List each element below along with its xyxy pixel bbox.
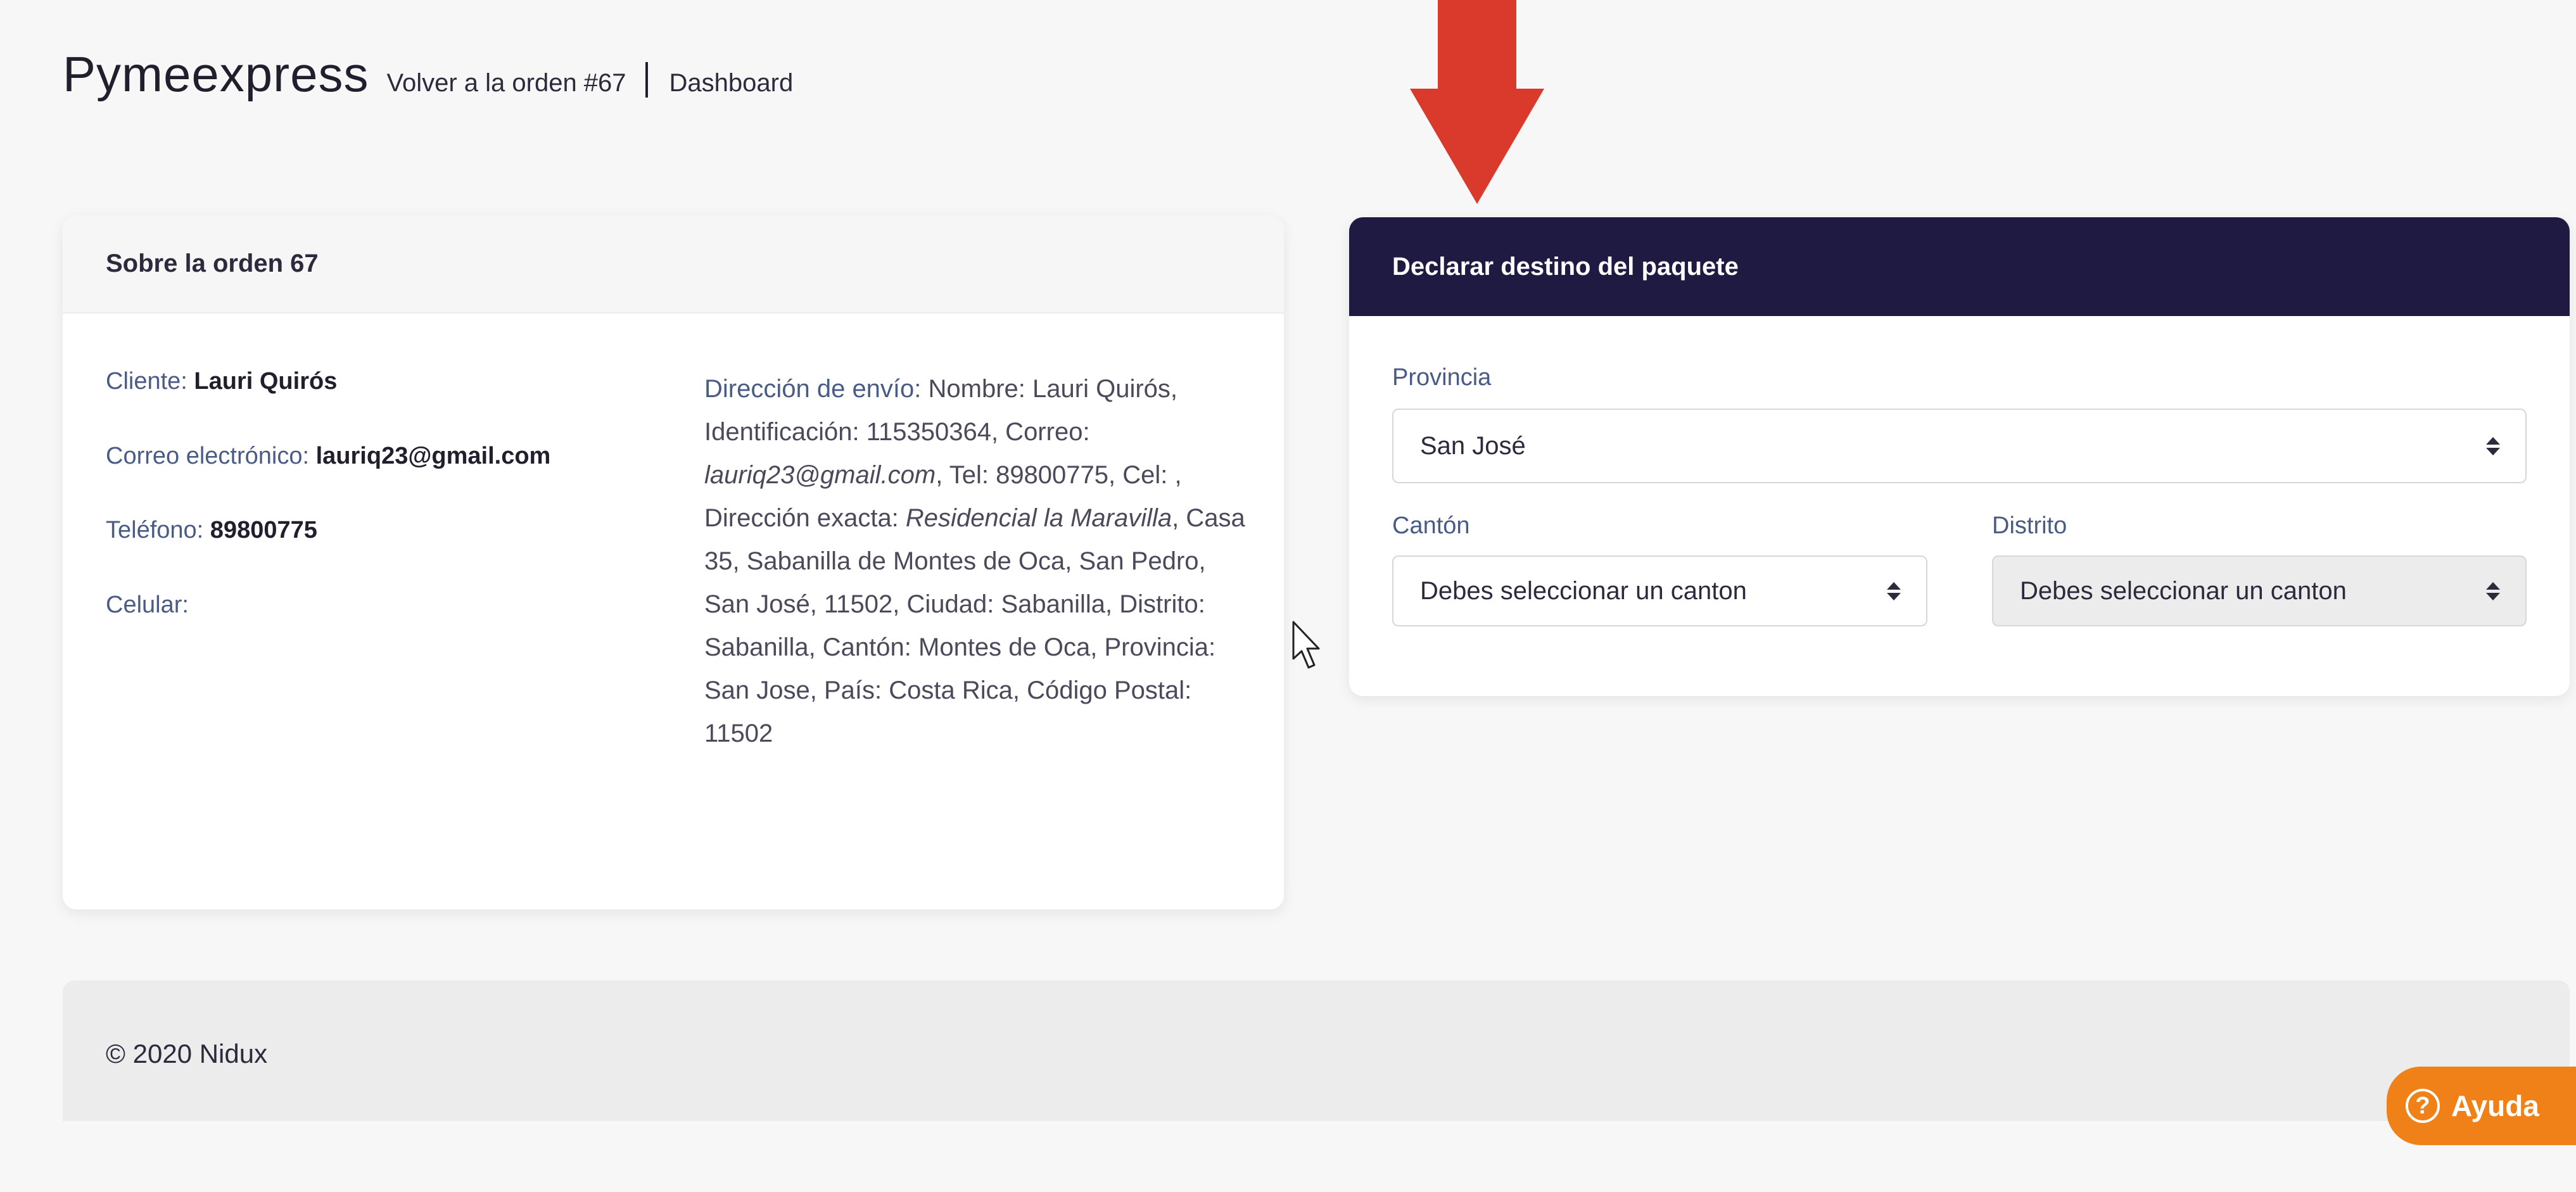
- shipping-address: Dirección de envío: Nombre: Lauri Quirós…: [704, 367, 1249, 755]
- phone-row: Teléfono: 89800775: [106, 516, 663, 545]
- district-selected-value: Debes seleccionar un canton: [2020, 576, 2347, 605]
- client-row: Cliente: Lauri Quirós: [106, 367, 663, 396]
- exact-address-label: Dirección exacta:: [704, 504, 899, 532]
- canton-select[interactable]: Debes seleccionar un canton: [1392, 555, 1927, 626]
- brand-title: Pymeexpress: [63, 46, 369, 102]
- customer-details: Cliente: Lauri Quirós Correo electrónico…: [106, 367, 663, 665]
- district-select[interactable]: Debes seleccionar un canton: [1992, 555, 2527, 626]
- email-row: Correo electrónico: lauriq23@gmail.com: [106, 442, 663, 471]
- order-card-header: Sobre la orden 67: [63, 215, 1284, 314]
- dashboard-link[interactable]: Dashboard: [669, 69, 794, 98]
- order-info-card: Sobre la orden 67 Cliente: Lauri Quirós …: [63, 215, 1284, 910]
- destination-card: Declarar destino del paquete Provincia S…: [1349, 217, 2570, 696]
- page-footer: © 2020 Nidux: [63, 980, 2570, 1121]
- top-bar: Pymeexpress Volver a la orden #67 Dashbo…: [63, 46, 793, 103]
- order-card-title: Sobre la orden 67: [106, 250, 319, 277]
- exact-address-rest: , Casa 35, Sabanilla de Montes de Oca, S…: [704, 504, 1245, 747]
- email-value: lauriq23@gmail.com: [315, 442, 551, 469]
- select-caret-icon: [2486, 581, 2500, 600]
- mouse-pointer-icon: [1292, 621, 1320, 669]
- shipping-label: Dirección de envío:: [704, 375, 922, 403]
- red-arrow-down-icon: [1410, 0, 1544, 204]
- email-label: Correo electrónico:: [106, 442, 310, 469]
- select-caret-icon: [1887, 581, 1901, 600]
- select-caret-icon: [2486, 436, 2500, 455]
- question-circle-icon: ?: [2406, 1089, 2440, 1123]
- district-label: Distrito: [1992, 512, 2067, 539]
- canton-label: Cantón: [1392, 512, 1470, 539]
- cell-label: Celular:: [106, 591, 189, 618]
- destination-card-title: Declarar destino del paquete: [1392, 252, 1739, 281]
- province-selected-value: San José: [1420, 431, 1526, 460]
- shipping-part2: , Tel: 89800775, Cel: ,: [936, 461, 1182, 489]
- nav-separator: [645, 62, 648, 98]
- province-label: Provincia: [1392, 364, 1492, 391]
- help-button[interactable]: ? Ayuda: [2387, 1067, 2576, 1145]
- phone-value: 89800775: [210, 517, 317, 544]
- cell-row: Celular:: [106, 591, 663, 620]
- client-label: Cliente:: [106, 368, 187, 395]
- canton-selected-value: Debes seleccionar un canton: [1420, 576, 1747, 605]
- client-value: Lauri Quirós: [194, 368, 338, 395]
- phone-label: Teléfono:: [106, 517, 204, 544]
- back-to-order-link[interactable]: Volver a la orden #67: [387, 69, 626, 98]
- province-select[interactable]: San José: [1392, 409, 2527, 483]
- footer-copyright: © 2020 Nidux: [106, 1039, 268, 1068]
- help-button-label: Ayuda: [2451, 1089, 2539, 1122]
- exact-address-value: Residencial la Maravilla: [905, 504, 1172, 532]
- shipping-email: lauriq23@gmail.com: [704, 461, 936, 489]
- destination-card-header: Declarar destino del paquete: [1349, 217, 2570, 316]
